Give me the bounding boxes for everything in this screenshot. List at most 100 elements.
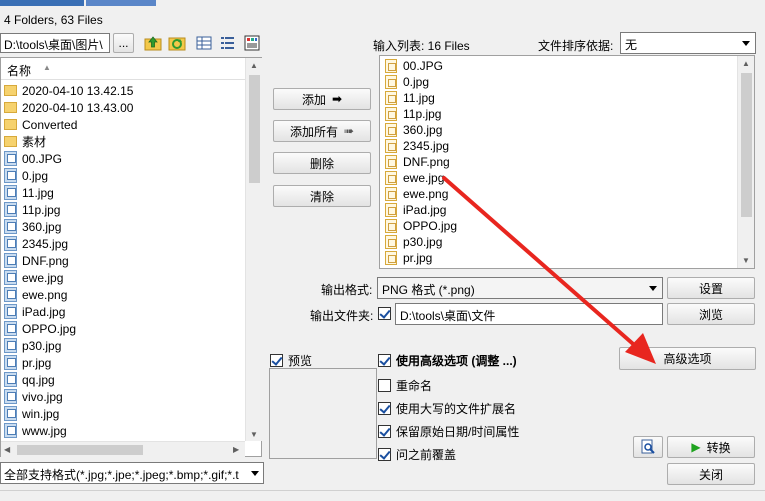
scrollbar-thumb[interactable] xyxy=(249,75,260,183)
folder-row[interactable]: 素材 xyxy=(4,133,46,150)
folder-file-count: 4 Folders, 63 Files xyxy=(4,13,103,27)
input-file-row[interactable]: 0.jpg xyxy=(385,74,429,90)
file-row[interactable]: 00.JPG xyxy=(4,150,62,167)
remove-button[interactable]: 删除 xyxy=(273,152,371,174)
use-advanced-checkbox[interactable] xyxy=(378,354,391,367)
overwrite-checkbox[interactable] xyxy=(378,448,391,461)
input-file-row[interactable]: 11p.jpg xyxy=(385,106,441,122)
browse-button[interactable]: 浏览 xyxy=(667,303,755,325)
settings-button[interactable]: 设置 xyxy=(667,277,755,299)
hscroll-thumb[interactable] xyxy=(17,445,143,455)
file-row[interactable]: win.jpg xyxy=(4,405,59,422)
scroll-left-icon[interactable]: ◀ xyxy=(4,445,10,454)
output-format-label: 输出格式: xyxy=(321,283,373,297)
double-arrow-right-icon: ➠ xyxy=(343,124,355,138)
image-file-icon xyxy=(4,287,17,302)
image-file-icon xyxy=(385,187,397,201)
input-file-row[interactable]: OPPO.jpg xyxy=(385,218,457,234)
details-view-icon[interactable] xyxy=(194,33,214,53)
sort-ascending-icon: ▲ xyxy=(43,63,51,72)
preview-search-button[interactable] xyxy=(633,436,663,458)
rename-checkbox[interactable] xyxy=(378,379,391,392)
add-all-button[interactable]: 添加所有 ➠ xyxy=(273,120,371,142)
uppercase-ext-checkbox[interactable] xyxy=(378,402,391,415)
input-file-row[interactable]: 360.jpg xyxy=(385,122,442,138)
thumbnail-view-icon[interactable] xyxy=(242,33,262,53)
input-file-row[interactable]: ewe.png xyxy=(385,186,448,202)
input-file-row[interactable]: 11.jpg xyxy=(385,90,435,106)
file-row[interactable]: p30.jpg xyxy=(4,337,61,354)
file-row[interactable]: 11.jpg xyxy=(4,184,54,201)
scroll-down-icon[interactable]: ▼ xyxy=(742,256,750,265)
file-row[interactable]: ewe.png xyxy=(4,286,67,303)
file-row[interactable]: www.jpg xyxy=(4,422,67,439)
input-file-list[interactable]: 00.JPG 0.jpg 11.jpg 11p.jpg 360.jpg 2345.jpg D… xyxy=(379,55,755,269)
folder-row[interactable]: Converted xyxy=(4,116,77,133)
file-row[interactable]: 360.jpg xyxy=(4,218,61,235)
scroll-up-icon[interactable]: ▲ xyxy=(250,61,258,70)
input-file-name: pr.jpg xyxy=(403,251,433,265)
file-row[interactable]: 0.jpg xyxy=(4,167,48,184)
overwrite-option[interactable]: 问之前覆盖 xyxy=(378,446,456,463)
image-file-icon xyxy=(4,338,17,353)
input-file-row[interactable]: ewe.jpg xyxy=(385,170,444,186)
file-row[interactable]: OPPO.jpg xyxy=(4,320,76,337)
input-file-row[interactable]: DNF.png xyxy=(385,154,450,170)
file-row[interactable]: vivo.jpg xyxy=(4,388,63,405)
scroll-down-icon[interactable]: ▼ xyxy=(250,430,258,439)
input-file-row[interactable]: pr.jpg xyxy=(385,250,432,266)
scrollbar-thumb[interactable] xyxy=(741,73,752,217)
left-horizontal-scrollbar[interactable]: ◀ ▶ xyxy=(1,441,245,457)
output-folder-input[interactable]: D:\tools\桌面\文件 xyxy=(395,303,663,325)
right-vertical-scrollbar[interactable]: ▲ ▼ xyxy=(737,56,754,268)
file-row[interactable]: DNF.png xyxy=(4,252,69,269)
file-row[interactable]: 2345.jpg xyxy=(4,235,68,252)
folder-up-icon[interactable] xyxy=(143,33,163,53)
sort-select[interactable]: 无 xyxy=(620,32,756,54)
path-input[interactable]: D:\tools\桌面\图片\ xyxy=(0,33,110,53)
item-name: 0.jpg xyxy=(22,168,49,183)
input-file-name: 0.jpg xyxy=(403,75,430,89)
tab-active[interactable] xyxy=(0,0,84,6)
keep-date-checkbox[interactable] xyxy=(378,425,391,438)
input-file-row[interactable]: 00.JPG xyxy=(385,58,443,74)
file-row[interactable]: qq.jpg xyxy=(4,371,55,388)
use-advanced-option[interactable]: 使用高级选项 (调整 ...) xyxy=(378,352,517,369)
name-column-header[interactable]: 名称 xyxy=(7,62,31,79)
file-row[interactable]: ewe.jpg xyxy=(4,269,63,286)
add-label: 添加 xyxy=(301,92,326,107)
folder-row[interactable]: 2020-04-10 13.42.15 xyxy=(4,82,133,99)
left-vertical-scrollbar[interactable]: ▲ ▼ xyxy=(245,58,262,441)
clear-button[interactable]: 清除 xyxy=(273,185,371,207)
keep-date-option[interactable]: 保留原始日期/时间属性 xyxy=(378,423,519,440)
file-row[interactable]: pr.jpg xyxy=(4,354,51,371)
tab-inactive[interactable] xyxy=(86,0,156,6)
uppercase-ext-option[interactable]: 使用大写的文件扩展名 xyxy=(378,400,516,417)
folder-row[interactable]: 2020-04-10 13.43.00 xyxy=(4,99,133,116)
list-view-icon[interactable] xyxy=(218,33,238,53)
scroll-up-icon[interactable]: ▲ xyxy=(742,59,750,68)
output-folder-checkbox[interactable] xyxy=(378,307,391,320)
scroll-right-icon[interactable]: ▶ xyxy=(233,445,239,454)
preview-checkbox[interactable] xyxy=(270,354,283,367)
file-row[interactable]: 11p.jpg xyxy=(4,201,60,218)
refresh-folder-icon[interactable] xyxy=(167,33,187,53)
item-name: 2020-04-10 13.42.15 xyxy=(22,83,134,98)
output-format-select[interactable]: PNG 格式 (*.png) xyxy=(377,277,663,299)
close-button[interactable]: 关闭 xyxy=(667,463,755,485)
input-file-name: OPPO.jpg xyxy=(403,219,458,233)
input-file-row[interactable]: iPad.jpg xyxy=(385,202,446,218)
rename-option[interactable]: 重命名 xyxy=(378,377,432,394)
image-file-icon xyxy=(4,168,17,183)
source-file-list[interactable]: 名称 ▲ 2020-04-10 13.42.15 2020-04-10 13.43… xyxy=(0,57,262,457)
preview-toggle[interactable]: 预览 xyxy=(270,352,312,369)
input-file-row[interactable]: p30.jpg xyxy=(385,234,442,250)
input-file-row[interactable]: 2345.jpg xyxy=(385,138,449,154)
convert-button[interactable]: ▶ 转换 xyxy=(667,436,755,458)
list-header[interactable]: 名称 ▲ xyxy=(1,58,245,80)
browse-path-button[interactable]: ... xyxy=(113,33,134,53)
file-row[interactable]: iPad.jpg xyxy=(4,303,65,320)
add-button[interactable]: 添加 ➡ xyxy=(273,88,371,110)
advanced-options-button[interactable]: 高级选项 xyxy=(619,347,756,370)
format-filter-select[interactable]: 全部支持格式(*.jpg;*.jpe;*.jpeg;*.bmp;*.gif;*.… xyxy=(0,462,264,484)
